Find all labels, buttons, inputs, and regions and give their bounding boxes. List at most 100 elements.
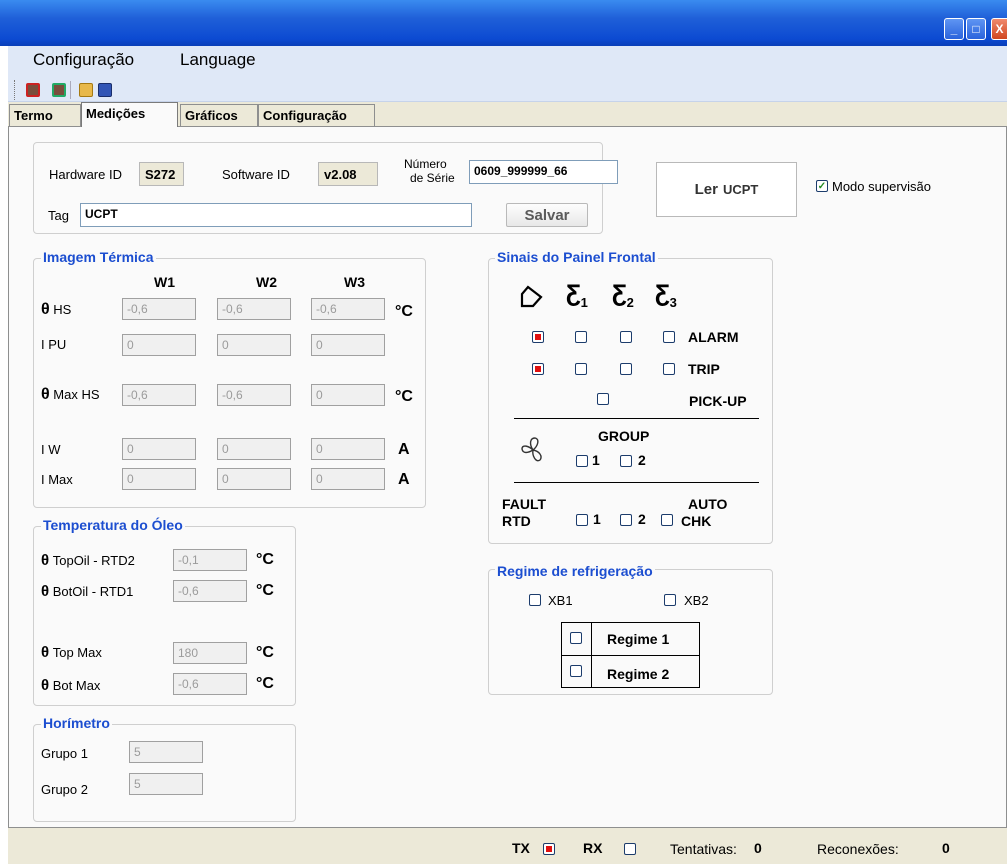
topoil-label: TopOil - RTD2: [52, 553, 135, 568]
hs-label: HS: [53, 302, 72, 317]
tag-label: Tag: [48, 208, 69, 223]
grupo1-field[interactable]: 5: [129, 741, 203, 763]
maxhs-row-label: θ Max HS: [41, 386, 100, 404]
tag-field[interactable]: UCPT: [80, 203, 472, 227]
menu-language[interactable]: Language: [180, 50, 256, 70]
fan-icon: [521, 437, 542, 462]
read-button-target: UCPT: [722, 182, 759, 197]
maxhs-w3-field[interactable]: 0: [311, 384, 385, 406]
botmax-field[interactable]: -0,6: [173, 673, 247, 695]
supervision-label: Modo supervisão: [832, 179, 931, 194]
trip-w2-led: [620, 363, 632, 375]
winding-1-sub: 1: [580, 294, 588, 310]
theta-symbol: θ: [41, 301, 50, 318]
imax-w2-field[interactable]: 0: [217, 468, 291, 490]
device-connect-icon[interactable]: [26, 83, 40, 97]
open-folder-icon[interactable]: [79, 83, 93, 97]
ipu-w1-field[interactable]: 0: [122, 334, 196, 356]
fault-label-line2: RTD: [502, 513, 531, 529]
reconnect-value: 0: [942, 840, 950, 856]
iw-w3-field[interactable]: 0: [311, 438, 385, 460]
maxhs-w2-field[interactable]: -0,6: [217, 384, 291, 406]
alarm-label: ALARM: [688, 329, 739, 345]
fault-2-label: 2: [638, 511, 646, 527]
imax-w1-field[interactable]: 0: [122, 468, 196, 490]
group-2-led: [620, 455, 632, 467]
tab-termo[interactable]: Termo: [9, 104, 81, 126]
trip-label: TRIP: [688, 361, 720, 377]
title-bar: [0, 0, 1007, 46]
grupo2-field[interactable]: 5: [129, 773, 203, 795]
winding-2-icon: Ƹ2: [612, 280, 634, 310]
ipu-w2-field[interactable]: 0: [217, 334, 291, 356]
hardware-id-value: S272: [139, 162, 184, 186]
save-button[interactable]: Salvar: [506, 203, 588, 227]
pickup-label: PICK-UP: [689, 393, 747, 409]
read-ucpt-button[interactable]: Ler UCPT: [656, 162, 797, 217]
save-disk-icon[interactable]: [98, 83, 112, 97]
topoil-unit: °C: [256, 551, 274, 568]
botoil-label: BotOil - RTD1: [52, 584, 134, 599]
alarm-house-led: [532, 331, 544, 343]
theta-symbol: θ: [41, 386, 50, 403]
iw-w2-field[interactable]: 0: [217, 438, 291, 460]
trip-w3-led: [663, 363, 675, 375]
ipu-label: I PU: [41, 337, 67, 352]
botmax-label: Bot Max: [52, 678, 101, 693]
supervision-checkbox[interactable]: ✓: [816, 180, 828, 192]
maxhs-label: Max HS: [53, 387, 100, 402]
regime-1-label: Regime 1: [607, 631, 670, 647]
botoil-row-label: θ BotOil - RTD1: [41, 583, 133, 600]
regime-2-led: [570, 665, 582, 677]
iw-w1-field[interactable]: 0: [122, 438, 196, 460]
botmax-unit: °C: [256, 675, 274, 692]
group-2-label: 2: [638, 452, 646, 468]
hs-w1-field[interactable]: -0,6: [122, 298, 196, 320]
menu-configuracao[interactable]: Configuração: [33, 50, 134, 70]
fault-label-line1: FAULT: [502, 496, 547, 512]
thermal-image-title: Imagem Térmica: [41, 249, 156, 265]
read-button-label: Ler: [694, 181, 718, 198]
ipu-w3-field[interactable]: 0: [311, 334, 385, 356]
trip-house-led: [532, 363, 544, 375]
serial-number-field[interactable]: 0609_999999_66: [469, 160, 618, 184]
hs-w2-field[interactable]: -0,6: [217, 298, 291, 320]
botoil-unit: °C: [256, 582, 274, 599]
tab-graficos[interactable]: Gráficos: [180, 104, 258, 126]
hs-unit: °C: [395, 303, 413, 320]
trip-w1-led: [575, 363, 587, 375]
window-left-edge: [0, 46, 8, 864]
fault-2-led: [620, 514, 632, 526]
pickup-led: [597, 393, 609, 405]
theta-symbol: θ: [41, 677, 50, 694]
minimize-button[interactable]: _: [944, 18, 964, 40]
topoil-field[interactable]: -0,1: [173, 549, 247, 571]
hs-w3-field[interactable]: -0,6: [311, 298, 385, 320]
menu-bar: [8, 46, 1007, 76]
botoil-field[interactable]: -0,6: [173, 580, 247, 602]
tab-medicoes[interactable]: Medições: [81, 102, 178, 127]
topmax-label: Top Max: [52, 645, 102, 660]
autochk-led: [661, 514, 673, 526]
device-disconnect-icon[interactable]: [52, 83, 66, 97]
topmax-row-label: θ Top Max: [41, 644, 102, 661]
hs-row-label: θ HS: [41, 301, 71, 319]
maximize-button[interactable]: □: [966, 18, 986, 40]
xb2-label: XB2: [684, 593, 709, 608]
regime-table-column-divider: [591, 622, 592, 688]
software-id-label: Software ID: [222, 167, 290, 182]
imax-w3-field[interactable]: 0: [311, 468, 385, 490]
regime-2-label: Regime 2: [607, 666, 670, 682]
xb1-led: [529, 594, 541, 606]
theta-symbol: θ: [41, 552, 50, 569]
maxhs-w1-field[interactable]: -0,6: [122, 384, 196, 406]
tab-configuracao[interactable]: Configuração: [258, 104, 375, 126]
topmax-field[interactable]: 180: [173, 642, 247, 664]
group-label: GROUP: [598, 428, 650, 444]
iw-label: I W: [41, 442, 61, 457]
autochk-label-line1: AUTO: [688, 496, 728, 512]
toolbar-separator: [70, 81, 71, 99]
group-1-led: [576, 455, 588, 467]
alarm-w1-led: [575, 331, 587, 343]
close-button[interactable]: X: [991, 18, 1007, 40]
